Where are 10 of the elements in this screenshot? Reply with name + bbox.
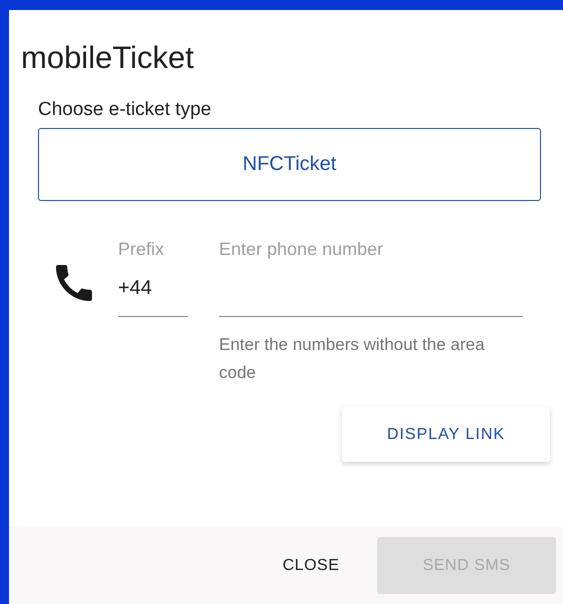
phone-number-field[interactable]: Enter phone number: [219, 237, 523, 317]
ticket-type-select[interactable]: NFCTicket: [38, 128, 541, 201]
dialog-title: mobileTicket: [20, 39, 195, 77]
prefix-label: Prefix: [118, 238, 164, 261]
display-link-button[interactable]: DISPLAY LINK: [342, 407, 550, 462]
close-button[interactable]: CLOSE: [263, 537, 359, 594]
prefix-field[interactable]: +44: [118, 261, 188, 317]
ticket-type-label: Choose e-ticket type: [38, 98, 212, 122]
helper-text: Enter the numbers without the area code: [219, 334, 486, 384]
phone-icon: [56, 265, 92, 301]
